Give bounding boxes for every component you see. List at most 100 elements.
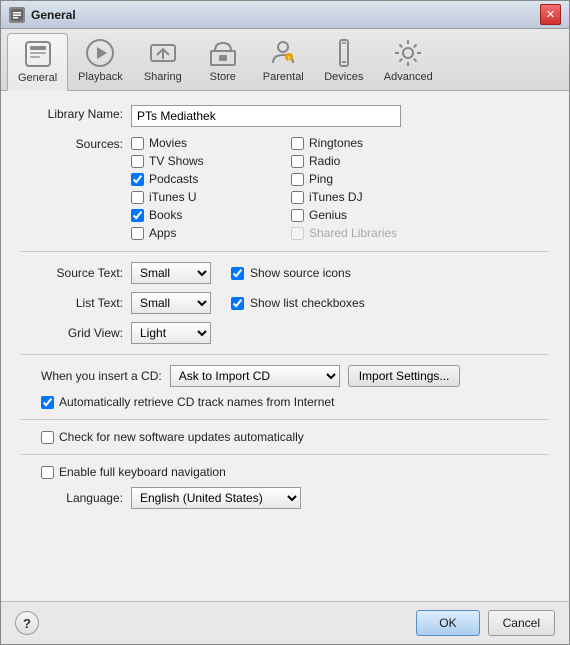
ringtones-checkbox[interactable] xyxy=(291,137,304,150)
full-keyboard-label[interactable]: Enable full keyboard navigation xyxy=(59,465,226,479)
footer: ? OK Cancel xyxy=(1,601,569,644)
ok-button[interactable]: OK xyxy=(416,610,479,636)
source-text-row: Source Text: Small Large Show source ico… xyxy=(21,262,549,284)
footer-buttons: OK Cancel xyxy=(416,610,555,636)
tab-store[interactable]: Store xyxy=(193,33,253,90)
source-itunes-u: iTunes U xyxy=(131,189,281,205)
cd-section: When you insert a CD: Ask to Import CD I… xyxy=(21,365,549,387)
auto-retrieve-row: Automatically retrieve CD track names fr… xyxy=(21,395,549,409)
language-label: Language: xyxy=(21,491,131,505)
tab-playback-label: Playback xyxy=(78,71,123,83)
tab-store-label: Store xyxy=(210,71,236,83)
show-source-icons-checkbox[interactable] xyxy=(231,267,244,280)
movies-label[interactable]: Movies xyxy=(149,136,187,150)
tv-shows-checkbox[interactable] xyxy=(131,155,144,168)
ping-label[interactable]: Ping xyxy=(309,172,333,186)
tab-devices[interactable]: Devices xyxy=(314,33,374,90)
toolbar: General Playback Sharing xyxy=(1,29,569,91)
ringtones-label[interactable]: Ringtones xyxy=(309,136,363,150)
books-checkbox[interactable] xyxy=(131,209,144,222)
apps-checkbox[interactable] xyxy=(131,227,144,240)
source-shared-libraries: Shared Libraries xyxy=(291,225,441,241)
genius-checkbox[interactable] xyxy=(291,209,304,222)
source-text-label: Source Text: xyxy=(21,266,131,280)
source-movies: Movies xyxy=(131,135,281,151)
grid-view-label: Grid View: xyxy=(21,326,131,340)
show-list-checkboxes-label[interactable]: Show list checkboxes xyxy=(250,296,365,310)
advanced-icon xyxy=(392,37,424,69)
show-source-icons-row: Show source icons xyxy=(231,266,351,280)
content-area: Library Name: Sources: Movies Ringtones … xyxy=(1,91,569,601)
tab-parental[interactable]: ! Parental xyxy=(253,33,314,90)
source-genius: Genius xyxy=(291,207,441,223)
divider-1 xyxy=(21,251,549,252)
library-name-row: Library Name: xyxy=(21,105,549,127)
source-text-select[interactable]: Small Large xyxy=(131,262,211,284)
shared-libraries-label[interactable]: Shared Libraries xyxy=(309,226,397,240)
podcasts-label[interactable]: Podcasts xyxy=(149,172,198,186)
source-apps: Apps xyxy=(131,225,281,241)
window-icon xyxy=(9,7,25,23)
movies-checkbox[interactable] xyxy=(131,137,144,150)
general-icon xyxy=(22,38,54,70)
auto-retrieve-checkbox[interactable] xyxy=(41,396,54,409)
parental-icon: ! xyxy=(267,37,299,69)
check-updates-label[interactable]: Check for new software updates automatic… xyxy=(59,430,304,444)
list-text-row: List Text: Small Large Show list checkbo… xyxy=(21,292,549,314)
language-select[interactable]: English (United States) Deutsch Français… xyxy=(131,487,301,509)
playback-icon xyxy=(84,37,116,69)
source-ringtones: Ringtones xyxy=(291,135,441,151)
show-list-checkboxes-checkbox[interactable] xyxy=(231,297,244,310)
podcasts-checkbox[interactable] xyxy=(131,173,144,186)
svg-text:!: ! xyxy=(288,56,290,63)
cancel-button[interactable]: Cancel xyxy=(488,610,555,636)
radio-checkbox[interactable] xyxy=(291,155,304,168)
full-keyboard-row: Enable full keyboard navigation xyxy=(21,465,549,479)
full-keyboard-checkbox[interactable] xyxy=(41,466,54,479)
source-ping: Ping xyxy=(291,171,441,187)
auto-retrieve-label[interactable]: Automatically retrieve CD track names fr… xyxy=(59,395,334,409)
tab-general[interactable]: General xyxy=(7,33,68,91)
tab-advanced-label: Advanced xyxy=(384,71,433,83)
radio-label[interactable]: Radio xyxy=(309,154,340,168)
sharing-icon xyxy=(147,37,179,69)
show-list-checkboxes-row: Show list checkboxes xyxy=(231,296,365,310)
source-itunes-dj: iTunes DJ xyxy=(291,189,441,205)
library-name-input[interactable] xyxy=(131,105,401,127)
ping-checkbox[interactable] xyxy=(291,173,304,186)
shared-libraries-checkbox[interactable] xyxy=(291,227,304,240)
check-updates-checkbox[interactable] xyxy=(41,431,54,444)
devices-icon xyxy=(328,37,360,69)
language-row: Language: English (United States) Deutsc… xyxy=(21,487,549,509)
tv-shows-label[interactable]: TV Shows xyxy=(149,154,204,168)
itunes-dj-label[interactable]: iTunes DJ xyxy=(309,190,363,204)
books-label[interactable]: Books xyxy=(149,208,182,222)
tab-devices-label: Devices xyxy=(324,71,363,83)
source-radio: Radio xyxy=(291,153,441,169)
grid-view-select[interactable]: Light Dark xyxy=(131,322,211,344)
source-books: Books xyxy=(131,207,281,223)
sources-label: Sources: xyxy=(21,135,131,151)
check-updates-row: Check for new software updates automatic… xyxy=(21,430,549,444)
itunes-u-checkbox[interactable] xyxy=(131,191,144,204)
tab-sharing[interactable]: Sharing xyxy=(133,33,193,90)
show-source-icons-label[interactable]: Show source icons xyxy=(250,266,351,280)
divider-3 xyxy=(21,419,549,420)
itunes-u-label[interactable]: iTunes U xyxy=(149,190,197,204)
store-icon xyxy=(207,37,239,69)
close-button[interactable]: ✕ xyxy=(540,4,561,25)
list-text-select[interactable]: Small Large xyxy=(131,292,211,314)
tab-playback[interactable]: Playback xyxy=(68,33,133,90)
import-settings-button[interactable]: Import Settings... xyxy=(348,365,461,387)
cd-label: When you insert a CD: xyxy=(41,369,162,383)
apps-label[interactable]: Apps xyxy=(149,226,176,240)
genius-label[interactable]: Genius xyxy=(309,208,347,222)
divider-4 xyxy=(21,454,549,455)
itunes-dj-checkbox[interactable] xyxy=(291,191,304,204)
cd-select[interactable]: Ask to Import CD Import CD Import CD and… xyxy=(170,365,340,387)
window: General ✕ General P xyxy=(0,0,570,645)
tab-parental-label: Parental xyxy=(263,71,304,83)
tab-advanced[interactable]: Advanced xyxy=(374,33,443,90)
help-button[interactable]: ? xyxy=(15,611,39,635)
title-bar: General ✕ xyxy=(1,1,569,29)
